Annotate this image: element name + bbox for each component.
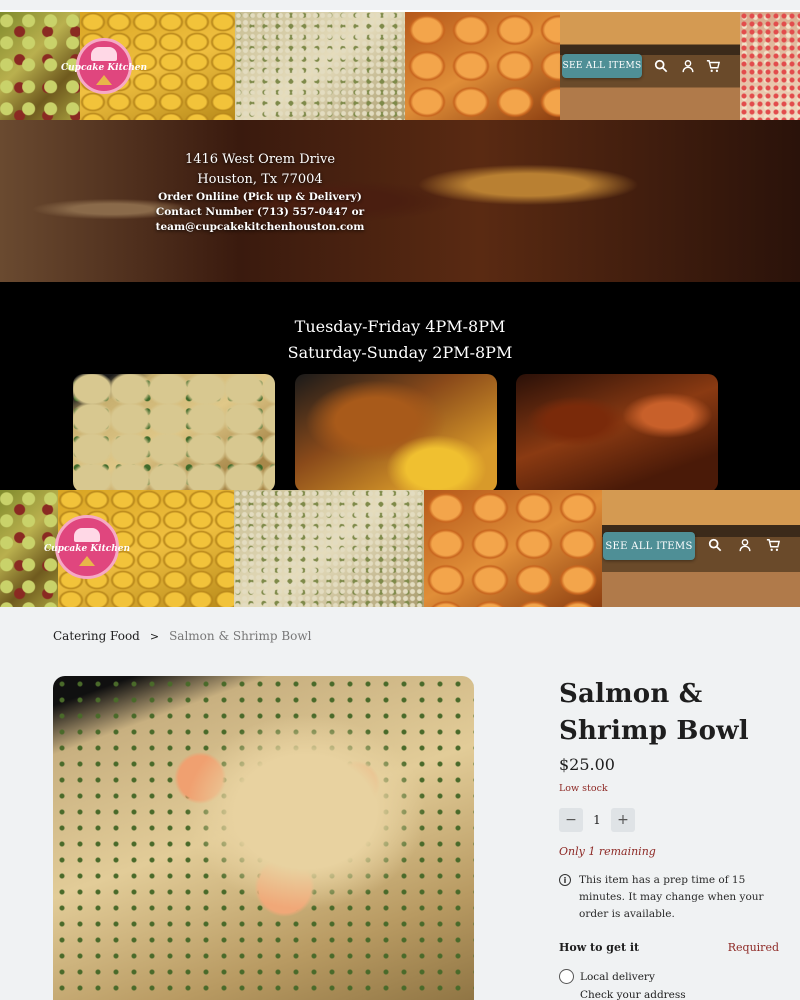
- food-card-image: [295, 374, 497, 492]
- increase-quantity-button[interactable]: +: [611, 808, 635, 832]
- search-icon[interactable]: [701, 531, 729, 559]
- address-line: 1416 West Orem Drive: [184, 152, 336, 167]
- contact-email-line: team@cupcakekitchenhouston.com: [155, 221, 365, 233]
- product-price: $25.00: [559, 755, 615, 774]
- site-logo[interactable]: Cupcake Kitchen: [61, 38, 147, 94]
- food-card-image: [516, 374, 718, 492]
- cupcake-icon: [74, 528, 100, 542]
- decrease-quantity-button[interactable]: −: [559, 808, 583, 832]
- product-title: Salmon & Shrimp Bowl: [559, 679, 749, 746]
- store-info: 1416 West Orem Drive Houston, Tx 77004 O…: [130, 150, 390, 235]
- food-card-image: [73, 374, 275, 492]
- city-line: Houston, Tx 77004: [197, 172, 323, 187]
- breadcrumb: Catering Food > Salmon & Shrimp Bowl: [53, 629, 311, 643]
- breadcrumb-current: Salmon & Shrimp Bowl: [169, 629, 312, 643]
- product-image[interactable]: [53, 676, 474, 1000]
- local-delivery-radio[interactable]: [559, 969, 574, 984]
- order-online-line: Order Onliine (Pick up & Delivery): [158, 191, 362, 203]
- see-all-items-button[interactable]: SEE ALL ITEMS: [562, 54, 642, 78]
- breadcrumb-separator: >: [149, 629, 160, 643]
- cupcake-icon: [91, 47, 117, 61]
- cart-icon[interactable]: [699, 52, 727, 80]
- how-to-get-it-label: How to get it: [559, 941, 640, 954]
- delivery-option-label: Local delivery: [580, 971, 655, 983]
- weekend-hours: Saturday-Sunday 2PM-8PM: [287, 343, 513, 362]
- header-food-image: [405, 12, 560, 120]
- remaining-count: Only 1 remaining: [559, 845, 656, 858]
- required-badge: Required: [727, 941, 779, 954]
- cake-stand-icon: [79, 556, 95, 566]
- user-icon[interactable]: [731, 531, 759, 559]
- logo-text: Cupcake Kitchen: [60, 63, 148, 73]
- site-logo[interactable]: Cupcake Kitchen: [44, 515, 130, 579]
- user-icon[interactable]: [674, 52, 702, 80]
- breadcrumb-catering-food[interactable]: Catering Food: [53, 629, 140, 643]
- site-header-top: Cupcake Kitchen SEE ALL ITEMS: [0, 10, 800, 120]
- header-food-image: [234, 490, 424, 607]
- header-food-image: [740, 12, 800, 120]
- cart-icon[interactable]: [759, 531, 787, 559]
- hours-section: Tuesday-Friday 4PM-8PM Saturday-Sunday 2…: [0, 282, 800, 492]
- delivery-option-text: Local delivery Check your address: [580, 968, 686, 1000]
- header-food-image: [424, 490, 602, 607]
- site-header: Cupcake Kitchen SEE ALL ITEMS: [0, 490, 800, 607]
- fulfillment-header: How to get it Required: [559, 941, 779, 954]
- business-hours: Tuesday-Friday 4PM-8PM Saturday-Sunday 2…: [0, 314, 800, 366]
- quantity-value[interactable]: 1: [583, 813, 611, 827]
- weekday-hours: Tuesday-Friday 4PM-8PM: [294, 317, 506, 336]
- header-food-image: [235, 12, 405, 120]
- cake-stand-icon: [96, 75, 112, 85]
- hero-banner: 1416 West Orem Drive Houston, Tx 77004 O…: [0, 120, 800, 282]
- search-icon[interactable]: [647, 52, 675, 80]
- logo-text: Cupcake Kitchen: [43, 544, 131, 554]
- stock-status: Low stock: [559, 783, 608, 794]
- prep-time-note: i This item has a prep time of 15 minute…: [559, 872, 779, 923]
- quantity-stepper: − 1 +: [559, 808, 635, 832]
- contact-number-line: Contact Number (713) 557-0447 or: [155, 206, 365, 218]
- local-delivery-option[interactable]: Local delivery Check your address: [559, 968, 686, 1000]
- check-address-link[interactable]: Check your address: [580, 986, 686, 1000]
- prep-time-text: This item has a prep time of 15 minutes.…: [579, 874, 764, 920]
- info-icon: i: [559, 874, 571, 886]
- see-all-items-button[interactable]: SEE ALL ITEMS: [603, 532, 695, 560]
